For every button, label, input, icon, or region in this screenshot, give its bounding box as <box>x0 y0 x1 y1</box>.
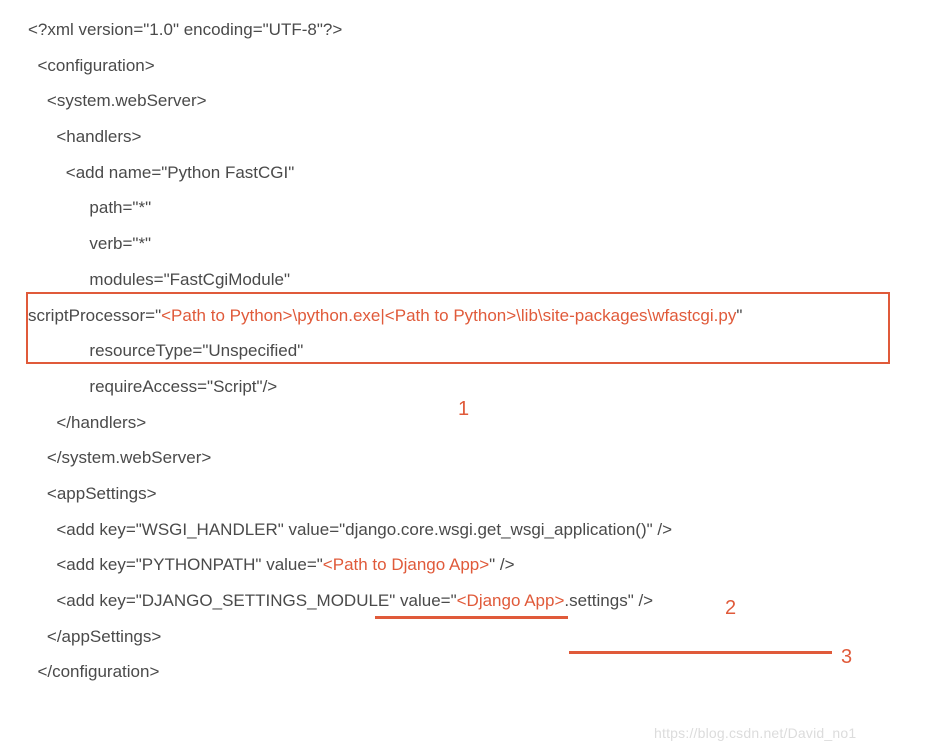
add-wsgi-handler: <add key="WSGI_HANDLER" value="django.co… <box>56 520 672 539</box>
tag-handlers-close: </handlers> <box>56 413 146 432</box>
tag-appsettings-open: <appSettings> <box>47 484 157 503</box>
attr-scriptprocessor-prefix: scriptProcessor=" <box>28 306 161 325</box>
code-line: <appSettings> <box>28 476 902 512</box>
code-line: <add key="DJANGO_SETTINGS_MODULE" value=… <box>28 583 902 619</box>
add-pythonpath-prefix: <add key="PYTHONPATH" value=" <box>56 555 322 574</box>
code-line: <add name="Python FastCGI" <box>28 155 902 191</box>
tag-configuration-close: </configuration> <box>37 662 159 681</box>
attr-resourcetype: resourceType="Unspecified" <box>89 341 303 360</box>
attr-path: path="*" <box>89 198 151 217</box>
attr-scriptprocessor-suffix: " <box>736 306 742 325</box>
code-line: resourceType="Unspecified" <box>28 333 902 369</box>
code-line: <system.webServer> <box>28 83 902 119</box>
attr-add-name: <add name="Python FastCGI" <box>66 163 294 182</box>
code-line: scriptProcessor="<Path to Python>\python… <box>28 298 902 334</box>
attr-modules: modules="FastCgiModule" <box>89 270 290 289</box>
code-line: <add key="WSGI_HANDLER" value="django.co… <box>28 512 902 548</box>
tag-appsettings-close: </appSettings> <box>47 627 161 646</box>
annotation-number-2: 2 <box>725 587 736 629</box>
scriptprocessor-path: <Path to Python>\python.exe|<Path to Pyt… <box>161 306 736 325</box>
tag-handlers-open: <handlers> <box>56 127 141 146</box>
add-pythonpath-suffix: " /> <box>489 555 514 574</box>
watermark-text: https://blog.csdn.net/David_no1 <box>654 719 856 748</box>
code-line: verb="*" <box>28 226 902 262</box>
annotation-number-1: 1 <box>458 388 469 430</box>
add-django-settings-prefix: <add key="DJANGO_SETTINGS_MODULE" value=… <box>56 591 456 610</box>
code-line: modules="FastCgiModule" <box>28 262 902 298</box>
code-line: </configuration> <box>28 654 902 690</box>
code-line: <configuration> <box>28 48 902 84</box>
xml-code-block: <?xml version="1.0" encoding="UTF-8"?> <… <box>28 12 902 690</box>
code-line: path="*" <box>28 190 902 226</box>
code-line: </system.webServer> <box>28 440 902 476</box>
code-line: <?xml version="1.0" encoding="UTF-8"?> <box>28 12 902 48</box>
attr-verb: verb="*" <box>89 234 151 253</box>
django-app-value: <Django App> <box>457 591 565 610</box>
add-django-settings-suffix: .settings" /> <box>564 591 653 610</box>
xml-declaration: <?xml version="1.0" encoding="UTF-8"?> <box>28 20 342 39</box>
code-line: <handlers> <box>28 119 902 155</box>
attr-requireaccess: requireAccess="Script"/> <box>89 377 277 396</box>
tag-system-webserver-close: </system.webServer> <box>47 448 211 467</box>
code-line: <add key="PYTHONPATH" value="<Path to Dj… <box>28 547 902 583</box>
tag-configuration-open: <configuration> <box>37 56 154 75</box>
pythonpath-value: <Path to Django App> <box>323 555 489 574</box>
annotation-number-3: 3 <box>841 636 852 678</box>
code-line: </appSettings> <box>28 619 902 655</box>
tag-system-webserver-open: <system.webServer> <box>47 91 207 110</box>
